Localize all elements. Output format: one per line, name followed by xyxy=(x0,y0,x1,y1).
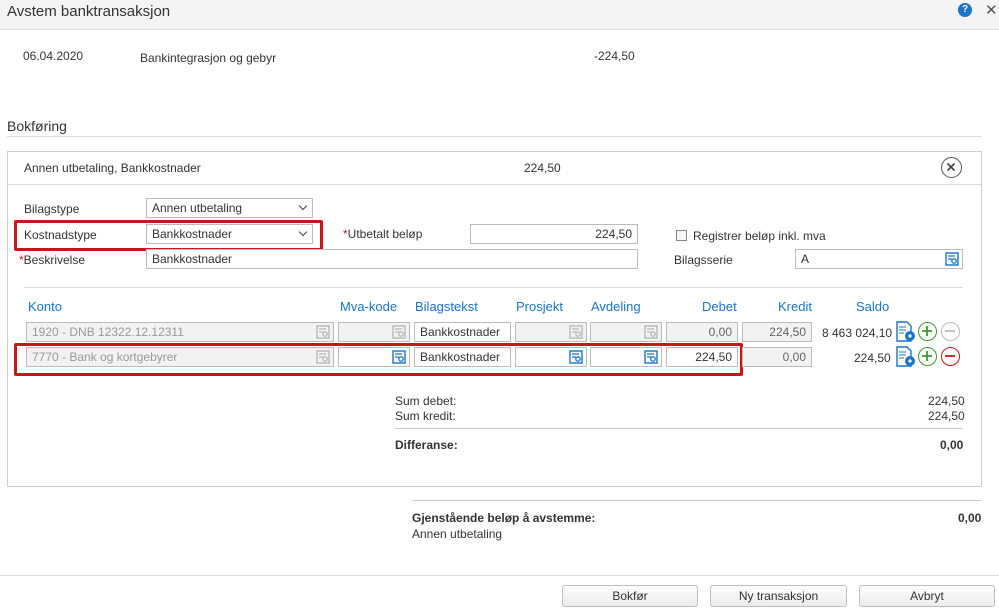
minus-icon xyxy=(945,355,955,357)
column-header-bilagstekst[interactable]: Bilagstekst xyxy=(415,299,478,314)
lookup-icon xyxy=(569,325,583,339)
entry-summary-amount: 224,50 xyxy=(524,161,561,175)
kredit-field[interactable]: 224,50 xyxy=(742,322,812,342)
prosjekt-field[interactable] xyxy=(515,347,587,367)
debet-field[interactable]: 0,00 xyxy=(666,322,738,342)
remaining-sub: Annen utbetaling xyxy=(412,527,503,541)
bilagstype-label: Bilagstype xyxy=(24,202,80,216)
debet-input[interactable]: 224,50 xyxy=(666,347,738,367)
remove-entry-icon[interactable] xyxy=(941,157,962,178)
footer-divider xyxy=(0,575,999,576)
panel-divider xyxy=(8,184,981,185)
bilagstype-value: Annen utbetaling xyxy=(152,201,243,215)
help-icon[interactable]: ? xyxy=(958,3,972,17)
lookup-icon[interactable] xyxy=(945,252,959,266)
konto-value: 7770 - Bank og kortgebyrer xyxy=(32,350,178,364)
chevron-down-icon xyxy=(298,227,308,237)
lookup-icon xyxy=(316,350,330,364)
entry-summary-label: Annen utbetaling, Bankkostnader xyxy=(24,161,201,175)
bilagsserie-value: A xyxy=(801,252,810,266)
konto-field[interactable]: 7770 - Bank og kortgebyrer xyxy=(26,347,334,367)
utbetalt-input[interactable]: 224,50 xyxy=(470,224,638,244)
kredit-field[interactable]: 0,00 xyxy=(742,347,812,367)
avbryt-button[interactable]: Avbryt xyxy=(859,585,995,607)
avdeling-field[interactable] xyxy=(590,322,662,342)
prosjekt-field[interactable] xyxy=(515,322,587,342)
avdeling-field[interactable] xyxy=(590,347,662,367)
beskrivelse-label: *Beskrivelse xyxy=(19,253,85,267)
minus-icon xyxy=(945,330,955,332)
saldo-value: 8 463 024,10 xyxy=(822,326,893,340)
utbetalt-label-text: Utbetalt beløp xyxy=(347,227,423,241)
plus-icon xyxy=(922,351,932,361)
table-divider xyxy=(24,287,963,288)
remove-row-button[interactable] xyxy=(941,347,960,366)
beskrivelse-label-text: Beskrivelse xyxy=(23,253,86,267)
kostnadstype-value: Bankkostnader xyxy=(152,227,233,241)
konto-field[interactable]: 1920 - DNB 12322.12.12311 xyxy=(26,322,334,342)
kostnadstype-select[interactable]: Bankkostnader xyxy=(146,224,313,244)
bokfor-button[interactable]: Bokfør xyxy=(562,585,698,607)
saldo-value: 224,50 xyxy=(854,351,891,365)
close-icon[interactable]: ✕ xyxy=(985,1,998,19)
lookup-icon xyxy=(644,325,658,339)
document-search-icon[interactable] xyxy=(895,321,917,343)
lookup-icon xyxy=(392,325,406,339)
add-row-button[interactable] xyxy=(918,347,937,366)
differanse-value: 0,00 xyxy=(940,438,964,452)
ny-transaksjon-button[interactable]: Ny transaksjon xyxy=(710,585,847,607)
remaining-value: 0,00 xyxy=(958,511,982,525)
column-header-saldo[interactable]: Saldo xyxy=(856,299,889,314)
remove-row-button xyxy=(941,322,960,341)
plus-icon xyxy=(922,326,932,336)
column-header-mva-kode[interactable]: Mva-kode xyxy=(340,299,397,314)
bilagstekst-input[interactable]: Bankkostnader xyxy=(414,322,511,342)
kostnadstype-label: Kostnadstype xyxy=(24,228,97,242)
column-header-avdeling[interactable]: Avdeling xyxy=(591,299,641,314)
section-divider xyxy=(7,136,982,137)
remaining-label: Gjenstående beløp å avstemme: xyxy=(412,511,596,525)
lookup-icon[interactable] xyxy=(644,350,658,364)
utbetalt-label: *Utbetalt beløp xyxy=(343,227,422,241)
lookup-icon[interactable] xyxy=(392,350,406,364)
column-header-kredit[interactable]: Kredit xyxy=(778,299,812,314)
beskrivelse-input[interactable]: Bankkostnader xyxy=(146,249,638,269)
bilagstekst-input[interactable]: Bankkostnader xyxy=(414,347,511,367)
sum-debet-value: 224,50 xyxy=(928,394,965,408)
konto-value: 1920 - DNB 12322.12.12311 xyxy=(32,325,184,339)
column-header-debet[interactable]: Debet xyxy=(702,299,737,314)
bilagsserie-input[interactable]: A xyxy=(795,249,963,269)
transaction-description: Bankintegrasjon og gebyr xyxy=(140,51,277,65)
registrer-mva-label: Registrer beløp inkl. mva xyxy=(693,229,826,243)
sum-debet-label: Sum debet: xyxy=(395,394,457,408)
sum-kredit-value: 224,50 xyxy=(928,409,965,423)
section-title: Bokføring xyxy=(7,118,67,134)
remaining-divider xyxy=(412,500,982,501)
differanse-label: Differanse: xyxy=(395,438,458,452)
bilagsserie-label: Bilagsserie xyxy=(674,253,733,267)
chevron-down-icon xyxy=(298,201,308,211)
transaction-amount: -224,50 xyxy=(594,49,635,63)
add-row-button[interactable] xyxy=(918,322,937,341)
dialog-title: Avstem banktransaksjon xyxy=(7,3,171,20)
lookup-icon xyxy=(316,325,330,339)
registrer-mva-checkbox[interactable] xyxy=(676,230,687,241)
column-header-konto[interactable]: Konto xyxy=(28,299,62,314)
mva-kode-field[interactable] xyxy=(338,322,410,342)
column-header-prosjekt[interactable]: Prosjekt xyxy=(516,299,563,314)
lookup-icon[interactable] xyxy=(569,350,583,364)
mva-kode-field[interactable] xyxy=(338,347,410,367)
transaction-date: 06.04.2020 xyxy=(23,49,84,63)
sum-divider xyxy=(395,428,963,429)
bilagstype-select[interactable]: Annen utbetaling xyxy=(146,198,313,218)
document-search-icon[interactable] xyxy=(895,346,917,368)
sum-kredit-label: Sum kredit: xyxy=(395,409,456,423)
